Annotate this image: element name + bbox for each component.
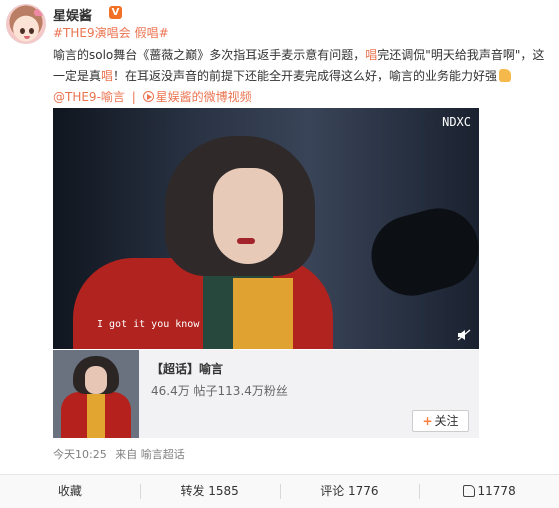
repost-label: 转发 1585: [180, 484, 239, 498]
like-icon: [462, 485, 475, 497]
avatar-bow: [34, 9, 44, 16]
comment-button[interactable]: 评论 1776: [279, 475, 420, 508]
post-text-part: 喻言的solo舞台《蔷薇之巅》多次指耳返手麦示意有问题，: [53, 48, 366, 62]
highlight-keyword: 唱: [101, 69, 114, 83]
mention-link[interactable]: @THE9-喻言: [53, 90, 125, 104]
repost-button[interactable]: 转发 1585: [139, 475, 280, 508]
follow-label: 关注: [434, 414, 459, 428]
thumbs-up-emoji-icon: [499, 69, 512, 82]
video-source-link[interactable]: 星娱酱的微博视频: [156, 90, 252, 104]
topic-link-lipsync[interactable]: 假唱#: [135, 26, 169, 40]
thumb-face: [85, 366, 107, 394]
avatar-eye-right: [29, 28, 34, 34]
user-avatar[interactable]: [6, 4, 46, 44]
topic-link-concert[interactable]: #THE9演唱会: [53, 26, 131, 40]
mention-row: @THE9-喻言 | 星娱酱的微博视频: [53, 88, 252, 105]
video-watermark-logo: NDXC: [442, 115, 471, 129]
avatar-eye-left: [20, 28, 25, 34]
like-button[interactable]: 11778: [419, 475, 559, 508]
source-label: 来自: [115, 448, 138, 461]
favorite-button[interactable]: 收藏: [0, 475, 140, 508]
post-time[interactable]: 今天10:25: [53, 448, 107, 461]
action-bar: 收藏 转发 1585 评论 1776 11778: [0, 475, 559, 508]
super-topic-card[interactable]: 【超话】喻言 46.4万 帖子113.4万粉丝 + 关注: [53, 350, 479, 438]
favorite-label: 收藏: [57, 484, 82, 498]
post-text-part: ！在耳返没声音的前提下还能全开麦完成得这么好，喻言的业务能力好强: [113, 69, 498, 83]
mute-icon[interactable]: [457, 329, 471, 341]
video-frame-lips: [237, 238, 255, 244]
play-circle-icon: [142, 91, 154, 102]
card-thumbnail: [53, 350, 139, 438]
like-count: 11778: [477, 484, 516, 498]
username[interactable]: 星娱酱: [53, 5, 92, 24]
post-meta: 今天10:25 来自 喻言超话: [53, 446, 185, 462]
separator: |: [131, 90, 136, 104]
comment-label: 评论 1776: [320, 484, 379, 498]
post-text: 喻言的solo舞台《蔷薇之巅》多次指耳返手麦示意有问题，唱完还调侃"明天给我声音…: [53, 45, 553, 87]
avatar-mouth: [24, 36, 30, 39]
follow-button[interactable]: + 关注: [412, 410, 469, 432]
video-frame-face: [213, 168, 283, 264]
topic-tags: #THE9演唱会 假唱#: [53, 24, 173, 41]
video-subtitle: I got it you know: [97, 319, 200, 330]
source-link[interactable]: 喻言超话: [141, 448, 185, 461]
thumb-shirt: [87, 394, 105, 438]
verified-badge-icon: V: [109, 6, 122, 19]
plus-icon: +: [422, 414, 433, 428]
video-frame-shirt: [233, 278, 293, 349]
highlight-keyword: 唱: [365, 48, 378, 62]
video-player[interactable]: NDXC I got it you know: [53, 108, 479, 349]
card-title[interactable]: 【超话】喻言: [151, 360, 223, 377]
card-stats: 46.4万 帖子113.4万粉丝: [151, 384, 288, 398]
weibo-post: 星娱酱 V #THE9演唱会 假唱# 喻言的solo舞台《蔷薇之巅》多次指耳返手麦…: [0, 0, 559, 508]
